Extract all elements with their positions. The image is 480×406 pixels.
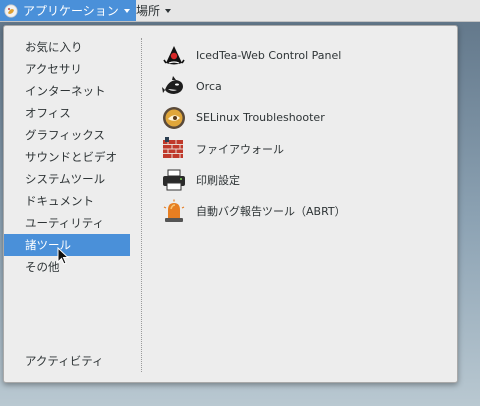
category-item[interactable]: グラフィックス [4,124,130,146]
app-item-selinux[interactable]: SELinux Troubleshooter [162,102,452,133]
category-item[interactable]: インターネット [4,80,130,102]
orca-whale-icon [162,75,183,94]
app-item-firewall[interactable]: ファイアウォール [162,133,452,164]
firewall-icon [163,136,183,158]
app-label: 印刷設定 [196,173,240,187]
gnome-foot-icon [4,3,18,18]
alarm-light-icon [163,199,185,222]
category-item[interactable]: お気に入り [4,36,130,58]
places-menu-button[interactable]: 場所 [130,0,177,21]
category-item[interactable]: ユーティリティ [4,212,130,234]
mouse-pointer-icon [57,247,69,265]
category-item[interactable]: サウンドとビデオ [4,146,130,168]
app-label: 自動バグ報告ツール（ABRT） [196,204,346,218]
category-item[interactable]: ドキュメント [4,190,130,212]
java-duke-icon [163,45,185,64]
app-item-abrt[interactable]: 自動バグ報告ツール（ABRT） [162,195,452,226]
app-label: ファイアウォール [196,142,284,156]
menu-divider [141,38,142,372]
app-item-icedtea[interactable]: IcedTea-Web Control Panel [162,40,452,71]
category-list: お気に入り アクセサリ インターネット オフィス グラフィックス サウンドとビデ… [4,36,130,278]
selinux-icon [163,106,185,129]
category-item[interactable]: アクセサリ [4,58,130,80]
application-list: IcedTea-Web Control Panel Orca SELinux T… [162,40,452,226]
applications-menu-popup: お気に入り アクセサリ インターネット オフィス グラフィックス サウンドとビデ… [3,25,458,383]
chevron-down-icon [165,8,172,13]
category-item[interactable]: オフィス [4,102,130,124]
printer-icon [163,169,185,190]
app-item-orca[interactable]: Orca [162,71,452,102]
applications-menu-label: アプリケーション [23,4,119,18]
app-label: Orca [196,80,222,93]
app-label: SELinux Troubleshooter [196,111,325,124]
places-menu-label: 場所 [136,4,161,18]
activities-item[interactable]: アクティビティ [4,350,130,372]
top-panel: アプリケーション 場所 [0,0,480,22]
app-label: IcedTea-Web Control Panel [196,49,342,62]
applications-menu-button[interactable]: アプリケーション [0,0,136,21]
category-item[interactable]: システムツール [4,168,130,190]
app-item-print-settings[interactable]: 印刷設定 [162,164,452,195]
chevron-down-icon [123,8,130,13]
